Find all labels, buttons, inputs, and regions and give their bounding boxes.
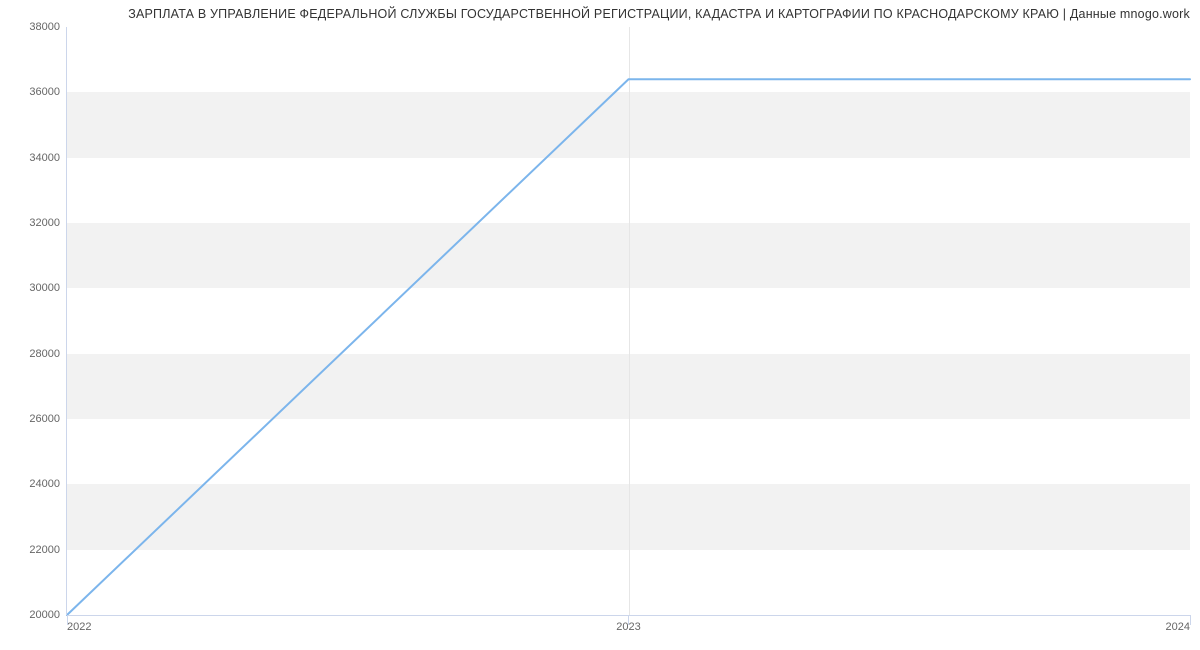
line-layer [67, 27, 1190, 615]
y-tick-label: 20000 [10, 609, 60, 621]
x-tick-mark [1190, 615, 1191, 625]
x-tick-mark [628, 615, 629, 625]
y-tick-label: 24000 [10, 478, 60, 490]
chart-title: ЗАРПЛАТА В УПРАВЛЕНИЕ ФЕДЕРАЛЬНОЙ СЛУЖБЫ… [0, 7, 1190, 21]
plot-area [67, 27, 1190, 615]
y-tick-label: 32000 [10, 217, 60, 229]
y-tick-label: 30000 [10, 282, 60, 294]
y-tick-label: 34000 [10, 152, 60, 164]
y-axis-line [66, 27, 67, 615]
x-tick-mark [67, 615, 68, 625]
y-tick-label: 22000 [10, 544, 60, 556]
data-series-line [67, 79, 1190, 615]
chart-container: ЗАРПЛАТА В УПРАВЛЕНИЕ ФЕДЕРАЛЬНОЙ СЛУЖБЫ… [0, 0, 1200, 650]
x-tick-label: 2022 [67, 621, 91, 633]
x-tick-label: 2024 [1166, 621, 1190, 633]
y-tick-label: 28000 [10, 348, 60, 360]
y-tick-label: 26000 [10, 413, 60, 425]
y-tick-label: 38000 [10, 21, 60, 33]
y-tick-label: 36000 [10, 86, 60, 98]
